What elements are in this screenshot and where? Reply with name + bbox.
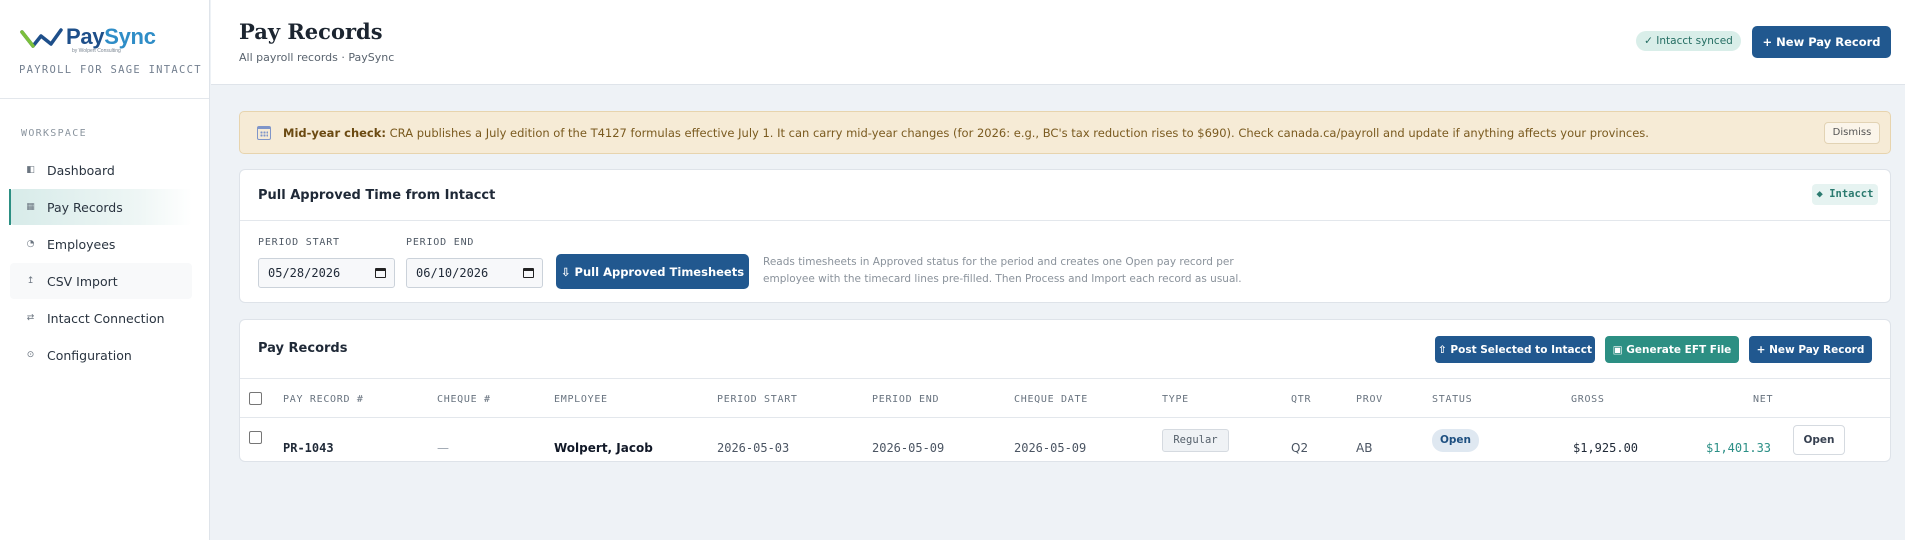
sidebar-item-pay-records[interactable]: ▦ Pay Records: [9, 189, 192, 225]
card-title: Pull Approved Time from Intacct: [258, 188, 496, 203]
sidebar-item-label: Configuration: [47, 347, 132, 363]
intacct-badge: ◆ Intacct: [1812, 184, 1878, 205]
column-header[interactable]: STATUS: [1432, 394, 1472, 405]
gear-icon: ⊙: [26, 350, 35, 360]
column-header[interactable]: PERIOD START: [717, 394, 798, 405]
open-record-button[interactable]: Open: [1793, 425, 1845, 455]
column-header[interactable]: CHEQUE DATE: [1014, 394, 1088, 405]
sidebar-item-csv-import[interactable]: ↥ CSV Import: [10, 263, 192, 299]
period-start-input[interactable]: 05/28/2026: [258, 258, 395, 288]
column-header[interactable]: TYPE: [1162, 394, 1189, 405]
pull-approved-timesheets-button[interactable]: ⇩ Pull Approved Timesheets: [556, 254, 749, 289]
pay-records-card: Pay Records ⇧ Post Selected to Intacct ▣…: [239, 319, 1891, 462]
sidebar-item-intacct-connection[interactable]: ⇄ Intacct Connection: [10, 300, 192, 336]
sync-arrows-icon: ⇄: [26, 313, 35, 323]
sidebar: PaySync by Wolpert Consulting PAYROLL FO…: [0, 0, 210, 540]
column-header[interactable]: PROV: [1356, 394, 1383, 405]
type-badge: Regular: [1162, 429, 1229, 452]
dismiss-button[interactable]: Dismiss: [1824, 122, 1880, 144]
column-header[interactable]: PERIOD END: [872, 394, 939, 405]
sidebar-item-dashboard[interactable]: ◧ Dashboard: [10, 152, 192, 188]
nav-section-label: WORKSPACE: [21, 128, 87, 139]
import-icon: ↥: [26, 276, 35, 286]
period-end-label: PERIOD END: [406, 237, 475, 248]
list-icon: ▦: [26, 202, 35, 212]
page-title: Pay Records: [239, 19, 383, 44]
period-start-label: PERIOD START: [258, 237, 340, 248]
nav-list: ◧ Dashboard ▦ Pay Records ◔ Employees ↥ …: [0, 152, 209, 373]
sidebar-item-employees[interactable]: ◔ Employees: [10, 226, 192, 262]
banner-text: Mid-year check: CRA publishes a July edi…: [283, 126, 1649, 140]
column-header[interactable]: QTR: [1291, 394, 1311, 405]
sidebar-item-label: Pay Records: [47, 199, 123, 215]
column-header[interactable]: PAY RECORD #: [283, 394, 364, 405]
quarter-cell: Q2: [1291, 441, 1309, 455]
new-pay-record-button[interactable]: + New Pay Record: [1749, 336, 1872, 363]
banner-heading: Mid-year check:: [283, 125, 386, 140]
calendar-picker-icon[interactable]: [523, 268, 534, 278]
new-pay-record-button[interactable]: + New Pay Record: [1752, 26, 1891, 58]
period-start-cell: 2026-05-03: [717, 441, 790, 455]
page-header: Pay Records All payroll records · PaySyn…: [211, 0, 1905, 85]
page-subtitle: All payroll records · PaySync: [239, 51, 395, 64]
period-start-value: 05/28/2026: [268, 266, 341, 280]
post-selected-button[interactable]: ⇧ Post Selected to Intacct: [1435, 336, 1595, 363]
brand: PaySync by Wolpert Consulting PAYROLL FO…: [0, 0, 209, 99]
card-header: Pull Approved Time from Intacct ◆ Intacc…: [240, 170, 1890, 221]
cheque-date-cell: 2026-05-09: [1014, 441, 1087, 455]
employee-name: Wolpert, Jacob: [554, 441, 653, 455]
province-cell: AB: [1356, 441, 1373, 455]
card-title: Pay Records: [258, 341, 348, 356]
person-icon: ◔: [26, 239, 35, 249]
select-all-checkbox[interactable]: [249, 392, 262, 405]
period-end-value: 06/10/2026: [416, 266, 489, 280]
sidebar-item-configuration[interactable]: ⊙ Configuration: [10, 337, 192, 373]
logo-byline: by Wolpert Consulting: [72, 48, 121, 54]
generate-eft-button[interactable]: ▣ Generate EFT File: [1605, 336, 1739, 363]
sidebar-item-label: Dashboard: [47, 162, 115, 178]
column-header[interactable]: EMPLOYEE: [554, 394, 608, 405]
sidebar-item-label: Intacct Connection: [47, 310, 165, 326]
net-amount: $1,401.33: [1706, 441, 1772, 455]
column-header[interactable]: GROSS: [1571, 394, 1605, 405]
brand-tagline: PAYROLL FOR SAGE INTACCT: [19, 64, 202, 76]
period-end-input[interactable]: 06/10/2026: [406, 258, 543, 288]
sync-status-badge: ✓ Intacct synced: [1636, 31, 1741, 51]
dashboard-icon: ◧: [26, 165, 35, 175]
column-header[interactable]: CHEQUE #: [437, 394, 491, 405]
column-header[interactable]: NET: [1753, 394, 1773, 405]
pull-hint-text: Reads timesheets in Approved status for …: [763, 256, 1242, 285]
logo[interactable]: PaySync by Wolpert Consulting: [19, 26, 209, 54]
calendar-icon: [257, 125, 271, 140]
period-end-cell: 2026-05-09: [872, 441, 945, 455]
table-header: PAY RECORD # CHEQUE # EMPLOYEE PERIOD ST…: [240, 378, 1890, 418]
logo-mark-icon: [20, 28, 63, 48]
row-select-checkbox[interactable]: [249, 431, 262, 444]
status-badge: Open: [1432, 429, 1479, 452]
pull-time-card: Pull Approved Time from Intacct ◆ Intacc…: [239, 169, 1891, 303]
logo-wordmark: PaySync: [66, 24, 156, 49]
pay-record-number[interactable]: PR-1043: [283, 441, 334, 455]
sidebar-item-label: Employees: [47, 236, 116, 252]
cheque-number: —: [437, 441, 449, 455]
calendar-picker-icon[interactable]: [375, 268, 386, 278]
banner-message: CRA publishes a July edition of the T412…: [389, 125, 1649, 140]
mid-year-notice-banner: Mid-year check: CRA publishes a July edi…: [239, 111, 1891, 154]
gross-amount: $1,925.00: [1573, 441, 1639, 455]
sidebar-item-label: CSV Import: [47, 273, 118, 289]
